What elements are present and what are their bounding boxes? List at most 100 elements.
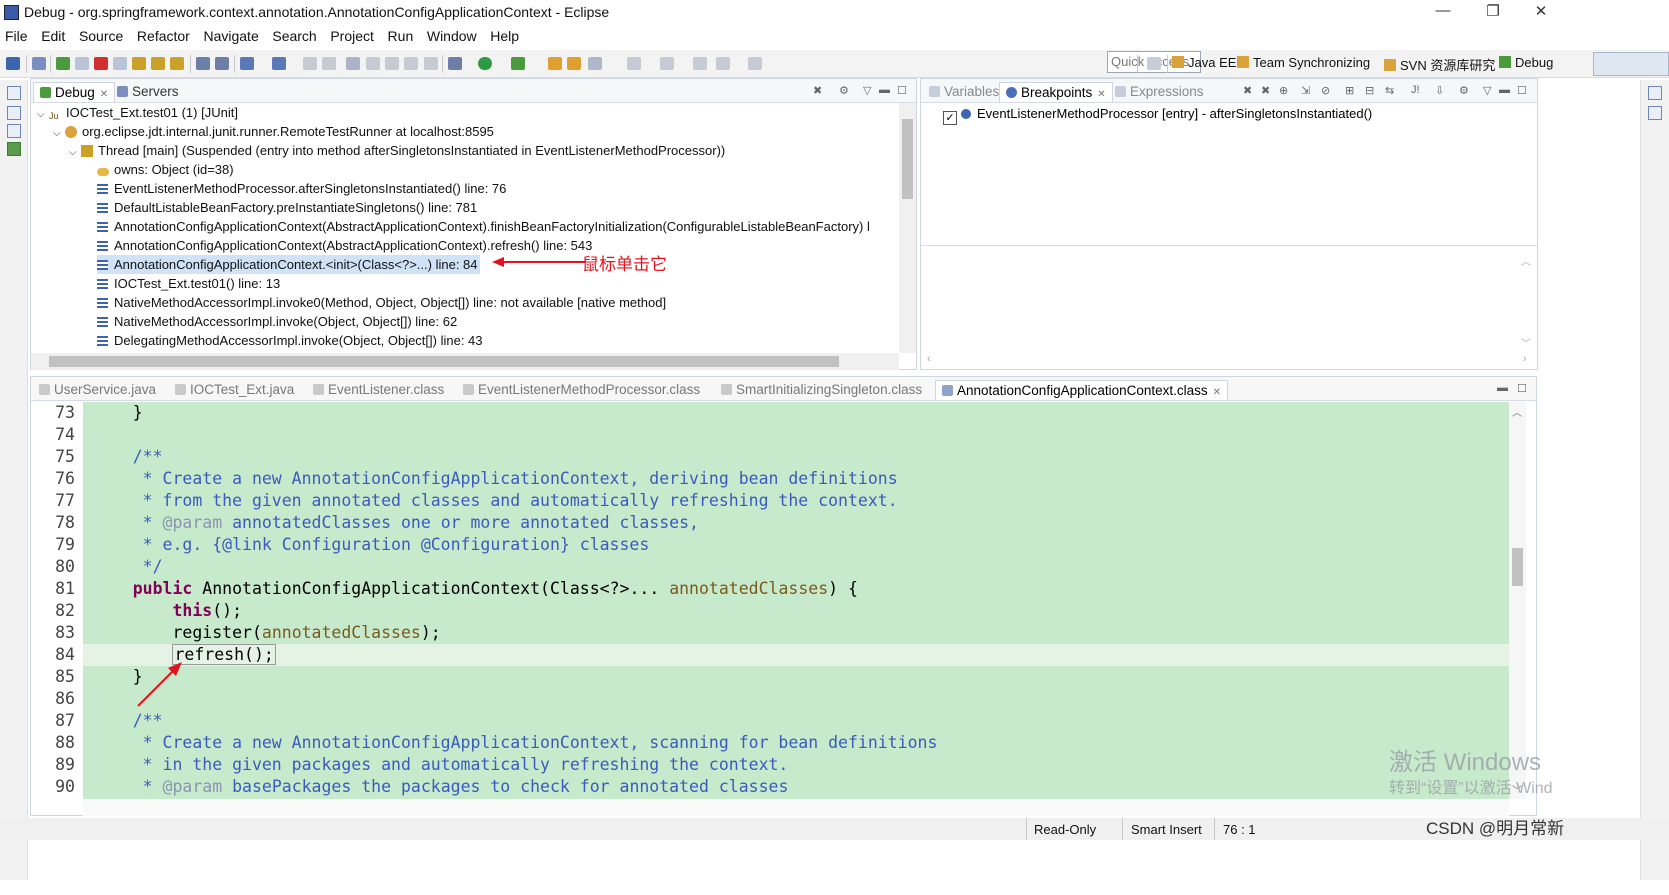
back-history-icon[interactable] [716,57,730,70]
tab-breakpoints[interactable]: Breakpoints ✕ [999,82,1113,102]
outline-view-icon[interactable] [1648,106,1662,120]
run-icon[interactable] [478,57,492,70]
view-dropdown-icon[interactable]: ▽ [863,84,871,97]
menu-help[interactable]: Help [485,26,524,44]
editor-vscroll-thumb[interactable] [1512,548,1523,586]
tree-item-owns[interactable]: owns: Object (id=38) [97,160,234,179]
navigator-icon[interactable] [7,124,21,138]
disconnect-icon[interactable] [113,57,127,70]
minimize-button[interactable]: — [1423,2,1463,19]
editor-tab-ioctest[interactable]: IOCTest_Ext.java [169,380,300,400]
perspective-debug-label[interactable]: Debug [1499,55,1553,70]
stack-frame[interactable]: EventListenerMethodProcessor.afterSingle… [97,179,506,198]
java-exception-icon[interactable]: J! [1411,84,1420,96]
open-perspective-icon[interactable] [1147,57,1161,70]
annotation-nav-icon[interactable] [627,57,641,70]
menu-project[interactable]: Project [325,26,379,44]
menu-window[interactable]: Window [422,26,482,44]
project-explorer-icon[interactable] [7,106,21,120]
maximize-editor-icon[interactable]: ☐ [1517,382,1527,395]
tab-servers[interactable]: Servers [111,82,185,102]
step-into-icon[interactable] [132,57,146,70]
forward-icon[interactable] [748,57,762,70]
view-menu-icon[interactable]: ⚙ [839,84,849,97]
perspective-debug[interactable] [1593,52,1669,76]
breakpoint-checkbox[interactable]: ✓ [943,111,957,125]
skip-all-icon[interactable]: ⊘ [1321,84,1330,97]
restore-button[interactable]: ❐ [1473,2,1513,20]
stack-frame[interactable]: AnnotationConfigApplicationContext(Abstr… [97,217,870,236]
collapse-icon[interactable]: ⌵ [69,143,81,162]
remove-breakpoint-icon[interactable]: ✖ [1243,84,1252,97]
suspend-icon[interactable] [75,57,89,70]
close-tab-icon[interactable]: ✕ [100,89,108,100]
skip-breakpoints-icon[interactable] [32,57,46,70]
open-folder-icon[interactable] [548,57,562,70]
stack-frame[interactable]: NativeMethodAccessorImpl.invoke0(Method,… [97,293,666,312]
perspective-java-ee[interactable]: Java EE [1172,55,1236,70]
maximize-view-icon[interactable]: ☐ [897,84,907,97]
menu-navigate[interactable]: Navigate [198,26,263,44]
editor-hscroll[interactable] [83,799,1509,816]
remove-all-breakpoints-icon[interactable]: ✖ [1261,84,1270,97]
step-return-icon[interactable] [170,57,184,70]
drop-to-frame-icon[interactable] [196,57,210,70]
menu-file[interactable]: File [0,26,33,44]
editor-tab-annotationconfigapplicationcontext[interactable]: AnnotationConfigApplicationContext.class… [935,380,1229,400]
tab-variables[interactable]: Variables [923,82,1005,102]
breakpoint-item[interactable]: ✓ EventListenerMethodProcessor [entry] - … [943,104,1372,125]
outline-icon[interactable] [7,142,21,156]
stack-frame[interactable]: DelegatingMethodAccessorImpl.invoke(Obje… [97,331,483,350]
format-icon[interactable] [385,57,399,70]
tree-item-vm[interactable]: ⌵ org.eclipse.jdt.internal.junit.runner.R… [53,122,494,141]
external-tools-icon[interactable] [511,57,525,70]
pin-icon[interactable] [346,57,360,70]
debug-config-icon[interactable] [448,57,462,70]
tree-item-launch[interactable]: ⌵ Ju IOCTest_Ext.test01 (1) [JUnit] [37,103,238,122]
detail-scroll-up-icon[interactable]: ︿ [1521,253,1531,268]
last-edit-icon[interactable] [660,57,674,70]
package-icon[interactable] [567,57,581,70]
menu-source[interactable]: Source [74,26,128,44]
restore-right-icon[interactable] [1648,86,1662,100]
code-text-area[interactable]: } /** * Create a new AnnotationConfigApp… [31,402,1509,799]
terminate-icon[interactable] [94,57,108,70]
link-with-debug-icon[interactable]: ⇆ [1385,84,1394,97]
toggle-icon[interactable] [404,57,418,70]
stack-frame-selected[interactable]: AnnotationConfigApplicationContext.<init… [97,255,480,274]
close-button[interactable]: ✕ [1521,2,1561,20]
debug-hscroll-thumb[interactable] [49,356,839,367]
detail-pane-divider[interactable] [921,245,1537,246]
import-icon[interactable]: ⇩ [1435,84,1444,97]
menu-edit[interactable]: Edit [36,26,70,44]
collapse-icon[interactable]: ⌵ [53,124,65,143]
breakpoint-menu-icon[interactable]: ⚙ [1459,84,1469,97]
resume-icon[interactable] [56,57,70,70]
save-icon[interactable] [6,57,20,70]
detail-scroll-down-icon[interactable]: ﹀ [1521,335,1531,350]
go-to-file-icon[interactable]: ⇲ [1301,84,1310,97]
close-tab-icon[interactable]: ✕ [1097,89,1105,100]
stack-frame[interactable]: IOCTest_Ext.test01() line: 13 [97,274,280,293]
search-icon[interactable] [588,57,602,70]
editor-tab-eventlistener[interactable]: EventListener.class [307,380,450,400]
print-icon[interactable] [303,57,317,70]
maximize-view-icon[interactable]: ☐ [1517,84,1527,97]
tab-debug[interactable]: Debug ✕ [33,82,116,102]
close-tab-icon[interactable]: ✕ [1213,387,1221,398]
use-step-filters-icon[interactable] [215,57,229,70]
minimize-editor-icon[interactable]: ▬ [1497,382,1508,394]
perspective-team-sync[interactable]: Team Synchronizing [1237,55,1370,70]
step-over-icon[interactable] [151,57,165,70]
detail-scroll-right-icon[interactable]: › [1523,353,1527,365]
expand-all-icon[interactable]: ⊞ [1345,84,1354,97]
stack-frame[interactable]: NativeMethodAccessorImpl.invoke(Object, … [97,312,457,331]
new-icon[interactable] [240,57,254,70]
perspective-svn[interactable]: SVN 资源库研究 [1384,55,1495,74]
collapse-icon[interactable]: ⌵ [37,105,49,124]
open-type-icon[interactable] [272,57,286,70]
debug-vscroll-thumb[interactable] [902,119,913,199]
menu-run[interactable]: Run [383,26,419,44]
editor-vscroll[interactable]: ︿ ﹀ [1509,402,1526,799]
detail-scroll-left-icon[interactable]: ‹ [927,353,931,365]
